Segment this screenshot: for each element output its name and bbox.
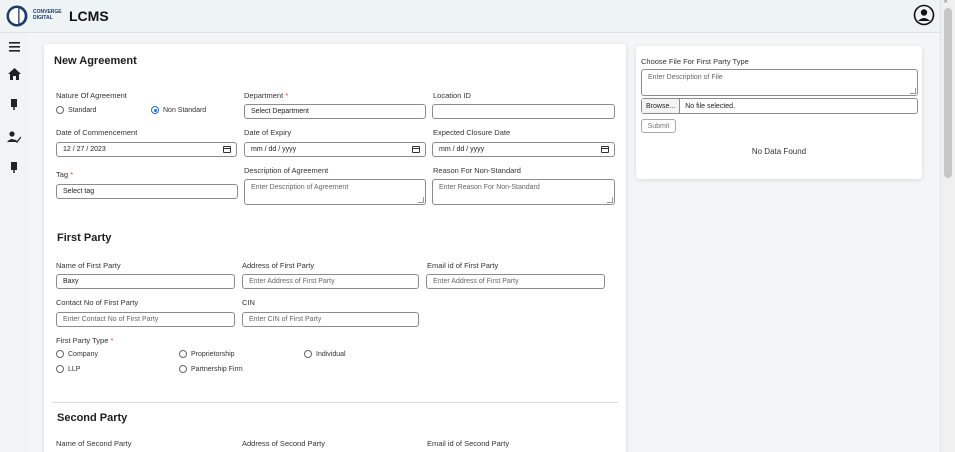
expiry-date-value: mm / dd / yyyy	[251, 146, 297, 153]
description-placeholder: Enter Description of Agreement	[251, 184, 349, 191]
reason-textarea[interactable]: Enter Reason For Non-Standard	[432, 179, 615, 205]
radio-company[interactable]: Company	[56, 350, 98, 358]
second-party-address-label: Address of Second Party	[242, 439, 325, 448]
user-circle-icon[interactable]	[913, 4, 935, 26]
description-textarea[interactable]: Enter Description of Agreement	[244, 179, 426, 205]
scroll-thumb[interactable]	[944, 8, 952, 178]
radio-circle	[56, 365, 64, 373]
required-mark: *	[110, 336, 114, 345]
closure-label: Expected Closure Date	[433, 128, 511, 137]
radio-individual[interactable]: Individual	[304, 350, 346, 358]
submit-button[interactable]: Submit	[641, 119, 676, 133]
closure-date-input[interactable]: mm / dd / yyyy	[432, 142, 615, 157]
description-label: Description of Agreement	[244, 166, 329, 175]
radio-circle-selected	[151, 106, 159, 114]
file-input[interactable]: Browse... No file selected.	[641, 98, 918, 114]
converge-digital-logo	[6, 5, 28, 27]
radio-proprietorship-label: Proprietorship	[191, 350, 235, 358]
department-select[interactable]: Select Department	[244, 104, 426, 119]
first-party-title: First Party	[57, 232, 112, 244]
calendar-icon[interactable]	[601, 146, 609, 153]
resize-handle-icon[interactable]	[910, 88, 916, 94]
radio-proprietorship[interactable]: Proprietorship	[179, 350, 235, 358]
section-divider	[52, 402, 618, 403]
radio-llp-label: LLP	[68, 365, 81, 373]
cin-label: CIN	[242, 298, 255, 307]
file-description-textarea[interactable]: Enter Description of File	[641, 69, 918, 96]
first-party-email-label: Email id of First Party	[427, 261, 499, 270]
first-party-contact-input[interactable]: Enter Contact No of First Party	[56, 312, 235, 327]
resize-handle-icon[interactable]	[607, 197, 613, 203]
tag-select[interactable]: Select tag	[56, 184, 238, 199]
radio-non-standard[interactable]: Non Standard	[151, 106, 206, 114]
file-status: No file selected.	[685, 102, 735, 110]
user-check-icon[interactable]	[6, 129, 22, 145]
radio-individual-label: Individual	[316, 350, 346, 358]
calendar-icon[interactable]	[223, 146, 231, 153]
first-party-name-input[interactable]: Baxy	[56, 274, 235, 289]
first-party-address-input[interactable]: Enter Address of First Party	[242, 274, 419, 289]
document-icon[interactable]	[6, 96, 22, 112]
first-party-contact-label: Contact No of First Party	[56, 298, 139, 307]
calendar-icon[interactable]	[412, 146, 420, 153]
file-description-placeholder: Enter Description of File	[648, 74, 723, 81]
required-mark: *	[285, 91, 289, 100]
first-party-email-input[interactable]: Enter Address of First Party	[426, 274, 605, 289]
logo-line-2: DIGITAL	[33, 15, 53, 21]
file-panel-title: Choose File For First Party Type	[641, 57, 749, 66]
department-label-text: Department	[244, 91, 284, 100]
cin-input[interactable]: Enter CIN of First Party	[242, 312, 419, 327]
radio-circle	[179, 350, 187, 358]
radio-partnership-firm[interactable]: Partnership Firm	[179, 365, 243, 373]
chevron-up-icon[interactable]: ^	[944, 0, 947, 7]
second-party-email-label: Email id of Second Party	[427, 439, 510, 448]
radio-non-standard-label: Non Standard	[163, 106, 207, 114]
department-label: Department *	[244, 91, 288, 100]
location-label: Location ID	[433, 91, 471, 100]
top-bar: CONVERGE DIGITAL LCMS	[0, 0, 940, 33]
resize-handle-icon[interactable]	[418, 197, 424, 203]
radio-circle	[56, 350, 64, 358]
radio-standard[interactable]: Standard	[56, 106, 96, 114]
second-party-title: Second Party	[57, 412, 128, 424]
radio-llp[interactable]: LLP	[56, 365, 80, 373]
expiry-label: Date of Expiry	[244, 128, 292, 137]
commencement-date-input[interactable]: 12 / 27 / 2023	[56, 142, 237, 157]
nature-label: Nature Of Agreement	[56, 91, 127, 100]
radio-standard-label: Standard	[68, 106, 97, 114]
first-party-type-label-text: First Party Type	[56, 336, 109, 345]
reason-placeholder: Enter Reason For Non-Standard	[439, 184, 540, 191]
sidebar	[0, 33, 28, 452]
reason-label: Reason For Non-Standard	[433, 166, 521, 175]
no-data-message: No Data Found	[751, 147, 807, 156]
first-party-type-label: First Party Type *	[56, 336, 113, 345]
commencement-date-value: 12 / 27 / 2023	[63, 146, 106, 153]
tag-label: Tag *	[56, 170, 73, 179]
app-title: LCMS	[69, 8, 109, 24]
logo-text: CONVERGE DIGITAL	[33, 9, 62, 21]
closure-date-value: mm / dd / yyyy	[439, 146, 485, 153]
expiry-date-input[interactable]: mm / dd / yyyy	[244, 142, 426, 157]
radio-circle	[56, 106, 64, 114]
radio-circle	[304, 350, 312, 358]
home-icon[interactable]	[6, 66, 22, 82]
tag-label-text: Tag	[56, 170, 69, 179]
new-agreement-title: New Agreement	[54, 55, 137, 67]
first-party-address-label: Address of First Party	[242, 261, 315, 270]
commencement-label: Date of Commencement	[56, 128, 138, 137]
radio-partnership-firm-label: Partnership Firm	[191, 365, 243, 373]
browse-button[interactable]: Browse...	[642, 99, 681, 113]
menu-icon[interactable]	[6, 39, 22, 55]
radio-company-label: Company	[68, 350, 98, 358]
document-icon[interactable]	[6, 159, 22, 175]
radio-circle	[179, 365, 187, 373]
first-party-name-label: Name of First Party	[56, 261, 121, 270]
required-mark: *	[70, 170, 74, 179]
second-party-name-label: Name of Second Party	[56, 439, 132, 448]
location-input[interactable]	[432, 104, 615, 119]
scrollbar[interactable]: ^	[940, 0, 955, 452]
